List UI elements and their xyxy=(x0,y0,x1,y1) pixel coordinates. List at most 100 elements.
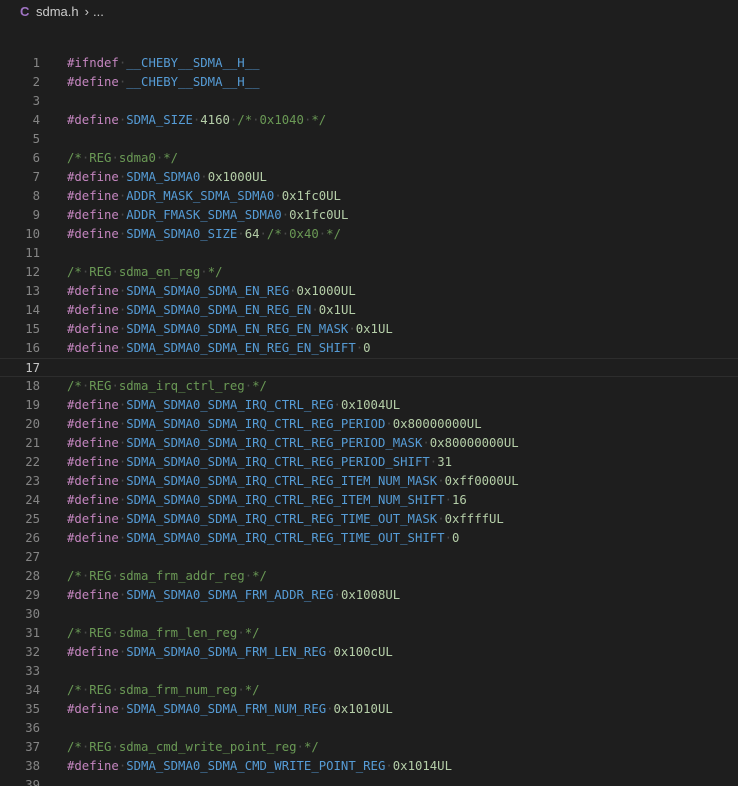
code-line[interactable]: 22 #define·SDMA_SDMA0_SDMA_IRQ_CTRL_REG_P… xyxy=(0,453,738,472)
code-line[interactable]: 4 #define·SDMA_SIZE·4160·/*·0x1040·*/ xyxy=(0,111,738,130)
code-line[interactable]: 3 xyxy=(0,92,738,111)
breadcrumb-file[interactable]: sdma.h xyxy=(36,4,79,19)
code-line[interactable]: 18/*·REG·sdma_irq_ctrl_reg·*/ xyxy=(0,377,738,396)
code-token: SDMA_SDMA0_SIZE xyxy=(126,227,238,241)
code-token: · xyxy=(237,626,245,640)
code-line[interactable]: 6/*·REG·sdma0·*/ xyxy=(0,149,738,168)
code-line[interactable]: 7 #define·SDMA_SDMA0·0x1000UL xyxy=(0,168,738,187)
code-token: · xyxy=(444,493,452,507)
breadcrumb-more[interactable]: ... xyxy=(93,4,104,19)
code-line[interactable]: 11 xyxy=(0,244,738,263)
code-token: #define xyxy=(67,284,119,298)
code-line[interactable]: 12/*·REG·sdma_en_reg·*/ xyxy=(0,263,738,282)
code-line[interactable]: 33 xyxy=(0,662,738,681)
code-token: · xyxy=(326,702,334,716)
code-token: #define xyxy=(67,474,119,488)
code-line[interactable]: 25 #define ·SDMA_SDMA0_SDMA_IRQ_CTRL_REG_T… xyxy=(0,510,738,529)
code-line[interactable]: 24 #define ·SDMA_SDMA0_SDMA_IRQ_CTRL_REG_I… xyxy=(0,491,738,510)
line-number: 23 xyxy=(25,474,40,488)
code-token: · xyxy=(437,512,445,526)
code-text: /*·REG·sdma_frm_addr_reg·*/ xyxy=(67,567,267,586)
code-text: #define·SDMA_SIZE·4160·/*·0x1040·*/ xyxy=(67,111,326,130)
line-number: 25 xyxy=(25,512,40,526)
code-token: SDMA_SDMA0_SDMA_EN_REG xyxy=(126,284,290,298)
code-token: 0x80000000UL xyxy=(429,436,519,450)
code-line[interactable]: 39 xyxy=(0,776,738,786)
code-token: 0x1040 xyxy=(259,113,304,127)
code-line[interactable]: 29 #define·SDMA_SDMA0_SDMA_FRM_ADDR_REG·0… xyxy=(0,586,738,605)
code-line[interactable]: 27 xyxy=(0,548,738,567)
code-token: · xyxy=(274,189,282,203)
code-token: · xyxy=(200,170,208,184)
line-number: 29 xyxy=(25,588,40,602)
code-line[interactable]: 13 #define·SDMA_SDMA0_SDMA_EN_REG·0x1000U… xyxy=(0,282,738,301)
code-token: · xyxy=(333,588,341,602)
code-editor[interactable]: 1 #ifndef·__CHEBY__SDMA__H__ 2 #define·__CH… xyxy=(0,54,738,786)
code-token: 0x1014UL xyxy=(392,759,452,773)
code-token: · xyxy=(111,569,119,583)
code-line[interactable]: 14 #define·SDMA_SDMA0_SDMA_EN_REG_EN·0x1U… xyxy=(0,301,738,320)
line-number: 26 xyxy=(25,531,40,545)
code-token: /* xyxy=(67,379,82,393)
code-token: #define xyxy=(67,645,119,659)
code-line[interactable]: 10 #define·SDMA_SDMA0_SIZE·64·/*·0x40·*/ xyxy=(0,225,738,244)
line-number: 8 xyxy=(32,189,40,203)
line-number: 27 xyxy=(25,550,40,564)
code-line[interactable]: 5 xyxy=(0,130,738,149)
line-number: 39 xyxy=(25,778,40,786)
code-token: SDMA_SDMA0_SDMA_IRQ_CTRL_REG_PERIOD_SHIF… xyxy=(126,455,430,469)
line-number: 33 xyxy=(25,664,40,678)
code-token: SDMA_SDMA0_SDMA_IRQ_CTRL_REG_PERIOD_MASK xyxy=(126,436,423,450)
code-line[interactable]: 20 #define ·SDMA_SDMA0_SDMA_IRQ_CTRL_REG_P… xyxy=(0,415,738,434)
code-text: #define ·SDMA_SDMA0_SDMA_IRQ_CTRL_REG_PER… xyxy=(67,415,482,434)
code-token: sdma_irq_ctrl_reg xyxy=(118,379,245,393)
code-line[interactable]: 17 xyxy=(0,358,738,377)
line-number: 19 xyxy=(25,398,40,412)
line-number: 36 xyxy=(25,721,40,735)
code-line[interactable]: 9 #define·ADDR_FMASK_SDMA_SDMA0·0x1fc0UL xyxy=(0,206,738,225)
code-line[interactable]: 26 #define ·SDMA_SDMA0_SDMA_IRQ_CTRL_REG_T… xyxy=(0,529,738,548)
code-token: */ xyxy=(252,569,267,583)
code-line[interactable]: 35 #define·SDMA_SDMA0_SDMA_FRM_NUM_REG·0x… xyxy=(0,700,738,719)
code-token: #define xyxy=(67,455,119,469)
code-line[interactable]: 15 #define ·SDMA_SDMA0_SDMA_EN_REG_EN_MASK… xyxy=(0,320,738,339)
code-line[interactable]: 30 xyxy=(0,605,738,624)
line-number: 24 xyxy=(25,493,40,507)
code-token: #define xyxy=(67,759,119,773)
code-line[interactable]: 16 #define·SDMA_SDMA0_SDMA_EN_REG_EN_SHIF… xyxy=(0,339,738,358)
code-line[interactable]: 34/*·REG·sdma_frm_num_reg·*/ xyxy=(0,681,738,700)
code-line[interactable]: 31/*·REG·sdma_frm_len_reg·*/ xyxy=(0,624,738,643)
code-token: 0x1008UL xyxy=(340,588,401,602)
code-token: #define xyxy=(67,436,119,450)
code-token: 0x1UL xyxy=(355,322,393,336)
code-line[interactable]: 21 #define ·SDMA_SDMA0_SDMA_IRQ_CTRL_REG_P… xyxy=(0,434,738,453)
code-line[interactable]: 38 #define ·SDMA_SDMA0_SDMA_CMD_WRITE_POIN… xyxy=(0,757,738,776)
code-line[interactable]: 19 #define·SDMA_SDMA0_SDMA_IRQ_CTRL_REG·0… xyxy=(0,396,738,415)
code-token: · xyxy=(385,759,393,773)
code-line[interactable]: 2 #define·__CHEBY__SDMA__H__ xyxy=(0,73,738,92)
code-text: #define·SDMA_SDMA0_SDMA_FRM_LEN_REG·0x10… xyxy=(67,643,393,662)
code-text: #define ·SDMA_SDMA0_SDMA_IRQ_CTRL_REG_ITE… xyxy=(67,491,467,510)
code-line[interactable]: 32 #define·SDMA_SDMA0_SDMA_FRM_LEN_REG·0x… xyxy=(0,643,738,662)
code-token: SDMA_SDMA0_SDMA_IRQ_CTRL_REG_TIME_OUT_MA… xyxy=(126,512,438,526)
code-token: 0x40 xyxy=(289,227,319,241)
code-line[interactable]: 8 #define·ADDR_MASK_SDMA_SDMA0·0x1fc0UL xyxy=(0,187,738,206)
code-token: */ xyxy=(311,113,327,127)
code-token: __CHEBY__SDMA__H__ xyxy=(126,75,260,89)
code-token: 64 xyxy=(244,227,260,241)
code-token: REG xyxy=(89,265,112,279)
code-token: #define xyxy=(67,189,119,203)
code-token: SDMA_SDMA0_SDMA_CMD_WRITE_POINT_REG xyxy=(126,759,386,773)
code-line[interactable]: 37/*·REG·sdma_cmd_write_point_reg·*/ xyxy=(0,738,738,757)
code-line[interactable]: 36 xyxy=(0,719,738,738)
code-token: · xyxy=(311,303,319,317)
code-token: /* xyxy=(67,626,82,640)
code-text: #define ·SDMA_SDMA0_SDMA_IRQ_CTRL_REG_ITE… xyxy=(67,472,519,491)
code-line[interactable]: 28/*·REG·sdma_frm_addr_reg·*/ xyxy=(0,567,738,586)
code-token: sdma_en_reg xyxy=(118,265,201,279)
code-line[interactable]: 23 #define ·SDMA_SDMA0_SDMA_IRQ_CTRL_REG_I… xyxy=(0,472,738,491)
code-token: 31 xyxy=(437,455,452,469)
code-token: · xyxy=(437,474,445,488)
code-line[interactable]: 1 #ifndef·__CHEBY__SDMA__H__ xyxy=(0,54,738,73)
line-number: 28 xyxy=(25,569,40,583)
